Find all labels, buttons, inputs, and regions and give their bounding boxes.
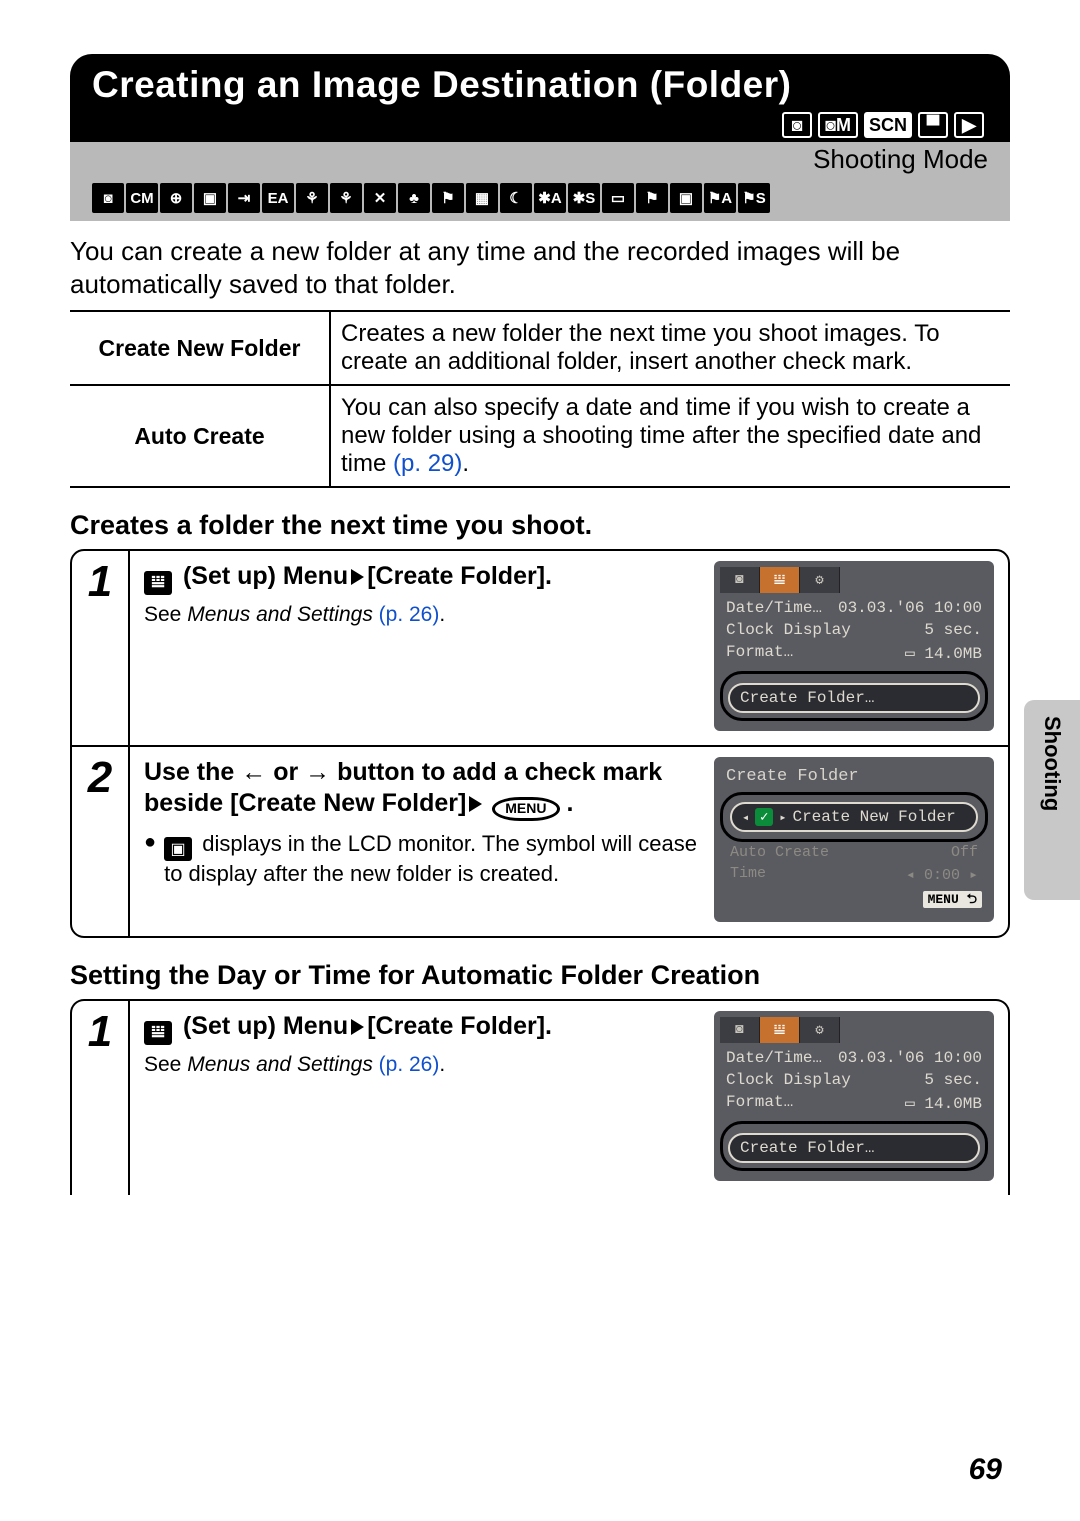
shooting-mode-label: Shooting Mode — [70, 142, 1010, 179]
lcd-tab-gear-icon: ⚙ — [800, 1017, 840, 1043]
steps-container: 1 𝍎 (Set up) Menu[Create Folder]. See Me… — [70, 999, 1010, 1195]
setup-tools-icon: 𝍎 — [144, 571, 172, 595]
strip-icon: ✕ — [364, 183, 396, 213]
option-desc: You can also specify a date and time if … — [330, 385, 1010, 487]
strip-icon: ▣ — [670, 183, 702, 213]
section-heading: Creates a folder the next time you shoot… — [70, 510, 1010, 541]
page-reference-link[interactable]: (p. 26) — [373, 1053, 440, 1076]
shooting-mode-icon-strip: ◙ CM ⊕ ▣ ⇥ EA ⚘ ⚘ ✕ ♣ ⚑ ▦ ☾ ✱A ✱S ▭ ⚑ ▣ … — [70, 179, 1010, 221]
left-arrow-icon: ← — [241, 758, 266, 786]
option-label: Auto Create — [70, 385, 330, 487]
strip-icon: ⚑ — [636, 183, 668, 213]
mode-badge-camera-m-icon: ◙M — [818, 112, 858, 138]
lcd-screenshot-setup: ◙ 𝍎 ⚙ Date/Time…03.03.'06 10:00 Clock Di… — [714, 1011, 994, 1181]
strip-icon: ⇥ — [228, 183, 260, 213]
table-row: Create New Folder Creates a new folder t… — [70, 311, 1010, 385]
steps-container: 1 𝍎 (Set up) Menu[Create Folder]. See Me… — [70, 549, 1010, 938]
step-title: 𝍎 (Set up) Menu[Create Folder]. — [144, 1011, 700, 1045]
menu-tag: MENU ⮌ — [923, 891, 982, 908]
strip-icon: ⊕ — [160, 183, 192, 213]
lcd-tab-camera-icon: ◙ — [720, 567, 760, 593]
lcd-option-selected: ◂ ✓ ▸ Create New Folder — [730, 802, 978, 832]
section-heading: Setting the Day or Time for Automatic Fo… — [70, 960, 1010, 991]
step-row: 1 𝍎 (Set up) Menu[Create Folder]. See Me… — [72, 1001, 1008, 1195]
triangle-right-icon — [469, 796, 482, 812]
step-row: 2 Use the ← or → button to add a check m… — [72, 745, 1008, 936]
strip-icon: EA — [262, 183, 294, 213]
triangle-right-icon — [351, 1019, 364, 1035]
step-row: 1 𝍎 (Set up) Menu[Create Folder]. See Me… — [72, 551, 1008, 745]
lcd-tab-tools-icon: 𝍎 — [760, 567, 800, 593]
option-desc: Creates a new folder the next time you s… — [330, 311, 1010, 385]
page-title: Creating an Image Destination (Folder) — [92, 64, 988, 106]
strip-icon: ⚑S — [738, 183, 770, 213]
step-number: 1 — [72, 1001, 130, 1195]
page-header: Creating an Image Destination (Folder) ◙… — [70, 54, 1010, 142]
page-reference-link[interactable]: (p. 29) — [393, 450, 462, 477]
option-label: Create New Folder — [70, 311, 330, 385]
page-reference-link[interactable]: (p. 26) — [373, 603, 440, 626]
lcd-selected-item: Create Folder… — [728, 1133, 980, 1163]
lcd-highlight-outline: Create Folder… — [720, 1121, 988, 1171]
menu-button-icon: MENU — [492, 797, 559, 821]
strip-icon: ▭ — [602, 183, 634, 213]
triangle-right-icon — [351, 569, 364, 585]
lcd-tab-camera-icon: ◙ — [720, 1017, 760, 1043]
strip-icon: ▦ — [466, 183, 498, 213]
right-arrow-icon: → — [305, 758, 330, 786]
new-folder-icon: ▣ — [164, 837, 192, 861]
lcd-highlight-outline: Create Folder… — [720, 671, 988, 721]
lcd-tab-tools-icon: 𝍎 — [760, 1017, 800, 1043]
checkmark-icon: ✓ — [755, 808, 773, 826]
lcd-highlight-outline: ◂ ✓ ▸ Create New Folder — [720, 792, 988, 842]
mode-badge-camera-icon: ◙ — [782, 112, 812, 138]
side-chapter-tab: Shooting — [1024, 700, 1080, 900]
lcd-tab-gear-icon: ⚙ — [800, 567, 840, 593]
step-bullet: ● ▣ displays in the LCD monitor. The sym… — [144, 831, 700, 887]
strip-icon: CM — [126, 183, 158, 213]
lcd-screenshot-setup: ◙ 𝍎 ⚙ Date/Time…03.03.'06 10:00 Clock Di… — [714, 561, 994, 731]
lcd-screen-title: Create Folder — [726, 767, 988, 786]
step-number: 1 — [72, 551, 130, 745]
mode-badge-play-icon: ▶ — [954, 112, 984, 138]
strip-icon: ⚘ — [296, 183, 328, 213]
strip-icon: ✱A — [534, 183, 566, 213]
mode-badge-movie-icon: ▀ — [918, 112, 948, 138]
strip-icon: ▣ — [194, 183, 226, 213]
bullet-icon: ● — [144, 831, 156, 887]
step-note: See Menus and Settings (p. 26). — [144, 603, 700, 627]
step-note: See Menus and Settings (p. 26). — [144, 1053, 700, 1077]
strip-icon: ⚑ — [432, 183, 464, 213]
mode-badge-row: ◙ ◙M SCN ▀ ▶ — [92, 112, 988, 138]
page-number: 69 — [969, 1453, 1002, 1487]
lcd-selected-item: Create Folder… — [728, 683, 980, 713]
strip-icon: ⚘ — [330, 183, 362, 213]
right-caret-icon: ▸ — [779, 810, 786, 825]
strip-icon: ⚑A — [704, 183, 736, 213]
step-number: 2 — [72, 747, 130, 936]
step-title: 𝍎 (Set up) Menu[Create Folder]. — [144, 561, 700, 595]
options-table: Create New Folder Creates a new folder t… — [70, 310, 1010, 488]
intro-text: You can create a new folder at any time … — [70, 235, 1010, 300]
table-row: Auto Create You can also specify a date … — [70, 385, 1010, 487]
strip-icon: ☾ — [500, 183, 532, 213]
left-caret-icon: ◂ — [742, 810, 749, 825]
mode-badge-scn: SCN — [864, 112, 912, 138]
step-title: Use the ← or → button to add a check mar… — [144, 757, 700, 821]
setup-tools-icon: 𝍎 — [144, 1021, 172, 1045]
strip-icon: ◙ — [92, 183, 124, 213]
strip-icon: ♣ — [398, 183, 430, 213]
lcd-screenshot-create-folder: Create Folder ◂ ✓ ▸ Create New Folder Au… — [714, 757, 994, 922]
strip-icon: ✱S — [568, 183, 600, 213]
